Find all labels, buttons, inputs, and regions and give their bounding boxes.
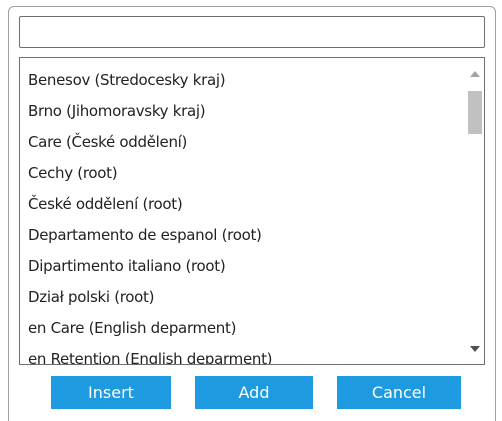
list-item[interactable]: Dział polski (root) [20, 282, 466, 313]
insert-button[interactable]: Insert [51, 376, 171, 409]
list-item[interactable]: Brno (Jihomoravsky kraj) [20, 96, 466, 127]
options-list: Benesov (Stredocesky kraj) Brno (Jihomora… [20, 65, 466, 364]
cancel-button[interactable]: Cancel [337, 376, 461, 409]
list-item[interactable]: Departamento de espanol (root) [20, 220, 466, 251]
scroll-up-icon[interactable] [470, 71, 480, 77]
list-item[interactable]: en Retention (English deparment) [20, 344, 466, 364]
scroll-down-icon[interactable] [470, 346, 480, 352]
list-item[interactable]: Care (České oddělení) [20, 127, 466, 158]
add-button[interactable]: Add [195, 376, 313, 409]
options-listbox[interactable]: Benesov (Stredocesky kraj) Brno (Jihomora… [19, 57, 485, 365]
list-item[interactable]: en Care (English deparment) [20, 313, 466, 344]
list-item[interactable]: Benesov (Stredocesky kraj) [20, 65, 466, 96]
scrollbar-thumb[interactable] [468, 91, 482, 134]
list-item[interactable]: České oddělení (root) [20, 189, 466, 220]
list-item[interactable]: Dipartimento italiano (root) [20, 251, 466, 282]
search-input[interactable] [19, 16, 485, 48]
listbox-scrollbar[interactable] [466, 58, 484, 364]
dialog: Benesov (Stredocesky kraj) Brno (Jihomora… [8, 6, 496, 421]
list-item[interactable]: Cechy (root) [20, 158, 466, 189]
